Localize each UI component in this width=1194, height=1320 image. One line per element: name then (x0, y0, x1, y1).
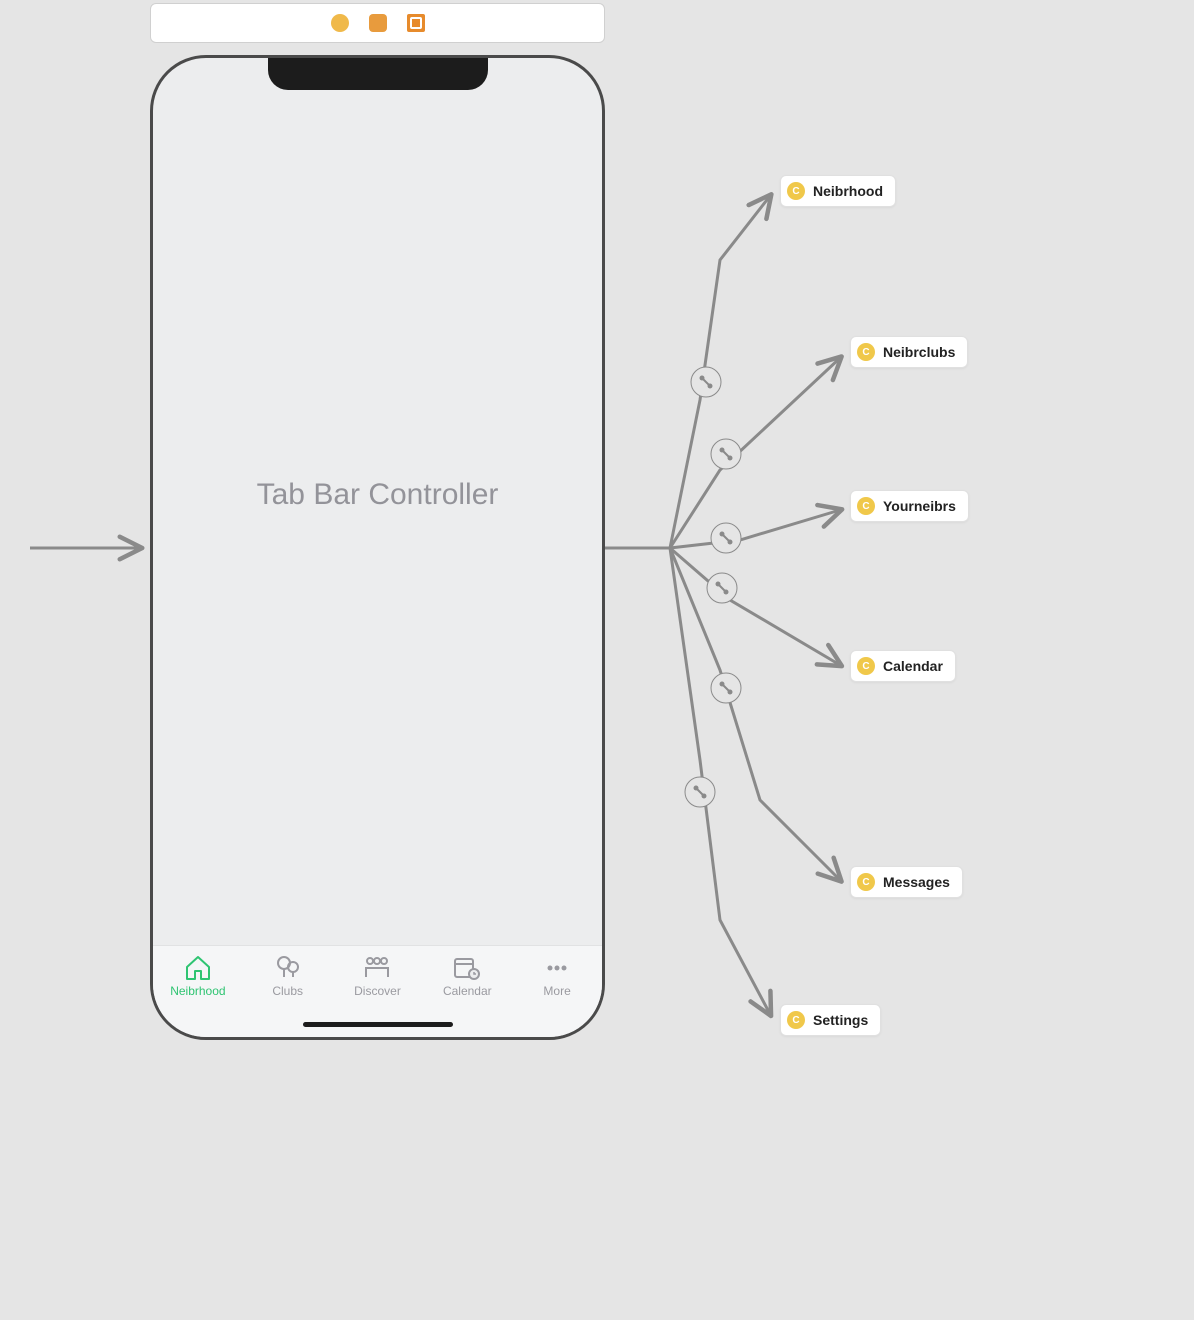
tab-neibrhood[interactable]: Neibrhood (153, 954, 243, 998)
destination-label: Neibrhood (813, 183, 883, 199)
destination-label: Yourneibrs (883, 498, 956, 514)
tab-label: More (543, 984, 570, 998)
destination-label: Neibrclubs (883, 344, 955, 360)
viewcontroller-icon: C (857, 873, 875, 891)
tab-label: Neibrhood (170, 984, 225, 998)
phone-notch (268, 58, 488, 90)
destination-neibrhood[interactable]: C Neibrhood (780, 175, 896, 207)
destination-label: Calendar (883, 658, 943, 674)
people-icon (362, 954, 392, 982)
tab-label: Calendar (443, 984, 492, 998)
destination-label: Settings (813, 1012, 868, 1028)
viewcontroller-icon: C (857, 343, 875, 361)
destination-messages[interactable]: C Messages (850, 866, 963, 898)
tab-label: Clubs (272, 984, 303, 998)
phone-frame: Tab Bar Controller Neibrhood Clubs Disco… (150, 55, 605, 1040)
more-icon (542, 954, 572, 982)
tab-clubs[interactable]: Clubs (243, 954, 333, 998)
tab-more[interactable]: More (512, 954, 602, 998)
destination-neibrclubs[interactable]: C Neibrclubs (850, 336, 968, 368)
viewcontroller-icon: C (787, 182, 805, 200)
tab-discover[interactable]: Discover (333, 954, 423, 998)
destination-yourneibrs[interactable]: C Yourneibrs (850, 490, 969, 522)
viewcontroller-icon: C (857, 497, 875, 515)
destination-calendar[interactable]: C Calendar (850, 650, 956, 682)
scene-title: Tab Bar Controller (153, 478, 602, 512)
calendar-clock-icon (452, 954, 482, 982)
house-icon (183, 954, 213, 982)
viewcontroller-icon: C (857, 657, 875, 675)
scene-toolbar (150, 3, 605, 43)
destination-settings[interactable]: C Settings (780, 1004, 881, 1036)
toolbar-object-icon[interactable] (369, 14, 387, 32)
toolbar-exit-icon[interactable] (407, 14, 425, 32)
tab-calendar[interactable]: Calendar (422, 954, 512, 998)
home-indicator (303, 1022, 453, 1027)
destination-label: Messages (883, 874, 950, 890)
tab-label: Discover (354, 984, 401, 998)
viewcontroller-icon: C (787, 1011, 805, 1029)
toolbar-scene-icon[interactable] (331, 14, 349, 32)
tree-group-icon (273, 954, 303, 982)
